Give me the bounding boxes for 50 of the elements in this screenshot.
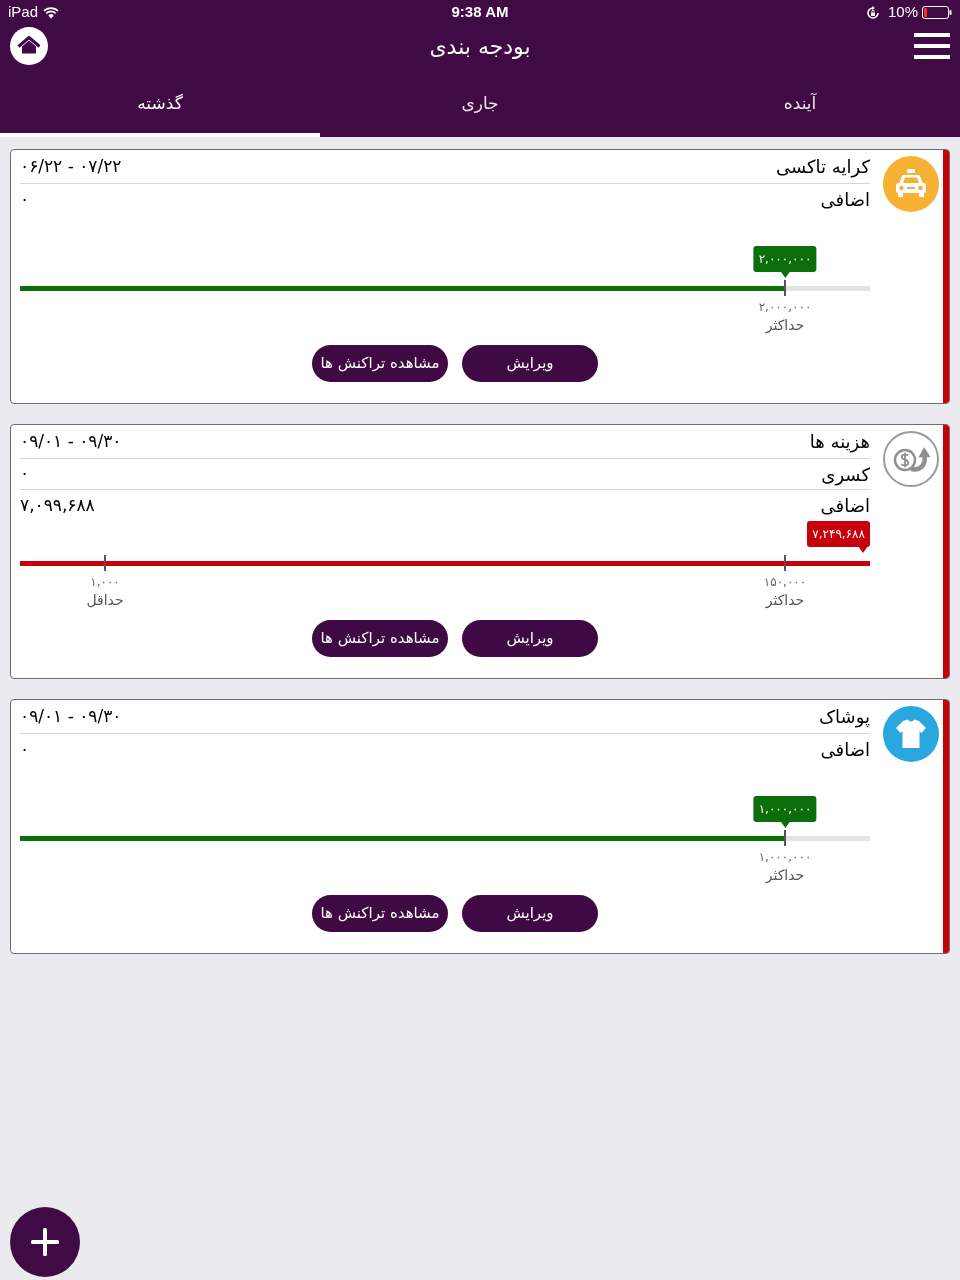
date-range: ۰۶/۲۲ - ۰۷/۲۲ [20, 154, 122, 178]
scale-label: حداکثر [765, 866, 805, 884]
bubble-pointer-icon [858, 546, 868, 553]
tab[interactable]: جاری [320, 75, 640, 137]
bubble-pointer-icon [780, 271, 790, 278]
view-transactions-button[interactable]: مشاهده تراکنش ها [312, 345, 448, 382]
menu-icon[interactable] [914, 33, 950, 59]
date-range: ۰۹/۰۱ - ۰۹/۳۰ [20, 429, 122, 453]
scale-label: حداقل [86, 591, 124, 609]
t-shirt-icon [882, 706, 939, 762]
rotation-lock-icon [865, 5, 880, 20]
row-value: ۰ [20, 462, 30, 486]
carrier-name: iPad [8, 2, 39, 23]
status-time: 9:38 AM [451, 2, 509, 23]
row-label: اضافی [820, 494, 870, 518]
tick-mark [784, 830, 786, 846]
wifi-icon [43, 6, 60, 19]
scale-value: ۲,۰۰۰,۰۰۰ [758, 300, 812, 314]
tab[interactable]: آینده [640, 75, 960, 137]
row-value: ۰ [20, 737, 30, 761]
scale-value: ۱,۰۰۰,۰۰۰ [758, 850, 812, 864]
row-label: اضافی [820, 738, 870, 762]
scale-label: حداکثر [765, 591, 805, 609]
category-name: پوشاک [819, 705, 870, 730]
edit-button[interactable]: ویرایش [462, 895, 598, 932]
scale-value: ۱,۰۰۰ [90, 575, 120, 589]
category-name: کرایه تاکسی [776, 155, 870, 180]
taxi-icon [882, 156, 939, 212]
tick-mark [784, 555, 786, 571]
edit-button[interactable]: ویرایش [462, 345, 598, 382]
edit-button[interactable]: ویرایش [462, 620, 598, 657]
row-value: ۷,۰۹۹,۶۸۸ [20, 493, 95, 517]
page-title: بودجه بندی [429, 32, 531, 61]
view-transactions-button[interactable]: مشاهده تراکنش ها [312, 620, 448, 657]
row-label: کسری [821, 462, 870, 488]
tick-mark [784, 280, 786, 296]
date-range: ۰۹/۰۱ - ۰۹/۳۰ [20, 704, 122, 728]
battery-icon [922, 6, 952, 19]
scale-value: ۱۵۰,۰۰۰ [763, 575, 807, 589]
row-label: اضافی [820, 188, 870, 212]
tick-mark [104, 555, 106, 571]
plus-icon [31, 1228, 59, 1256]
row-value: ۰ [20, 187, 30, 211]
home-icon[interactable] [10, 27, 48, 65]
tab[interactable]: گذشته [0, 75, 320, 137]
scale-label: حداکثر [765, 316, 805, 334]
view-transactions-button[interactable]: مشاهده تراکنش ها [312, 895, 448, 932]
battery-percent: 10% [887, 2, 918, 23]
bubble-pointer-icon [780, 821, 790, 828]
category-name: هزینه ها [809, 430, 870, 455]
